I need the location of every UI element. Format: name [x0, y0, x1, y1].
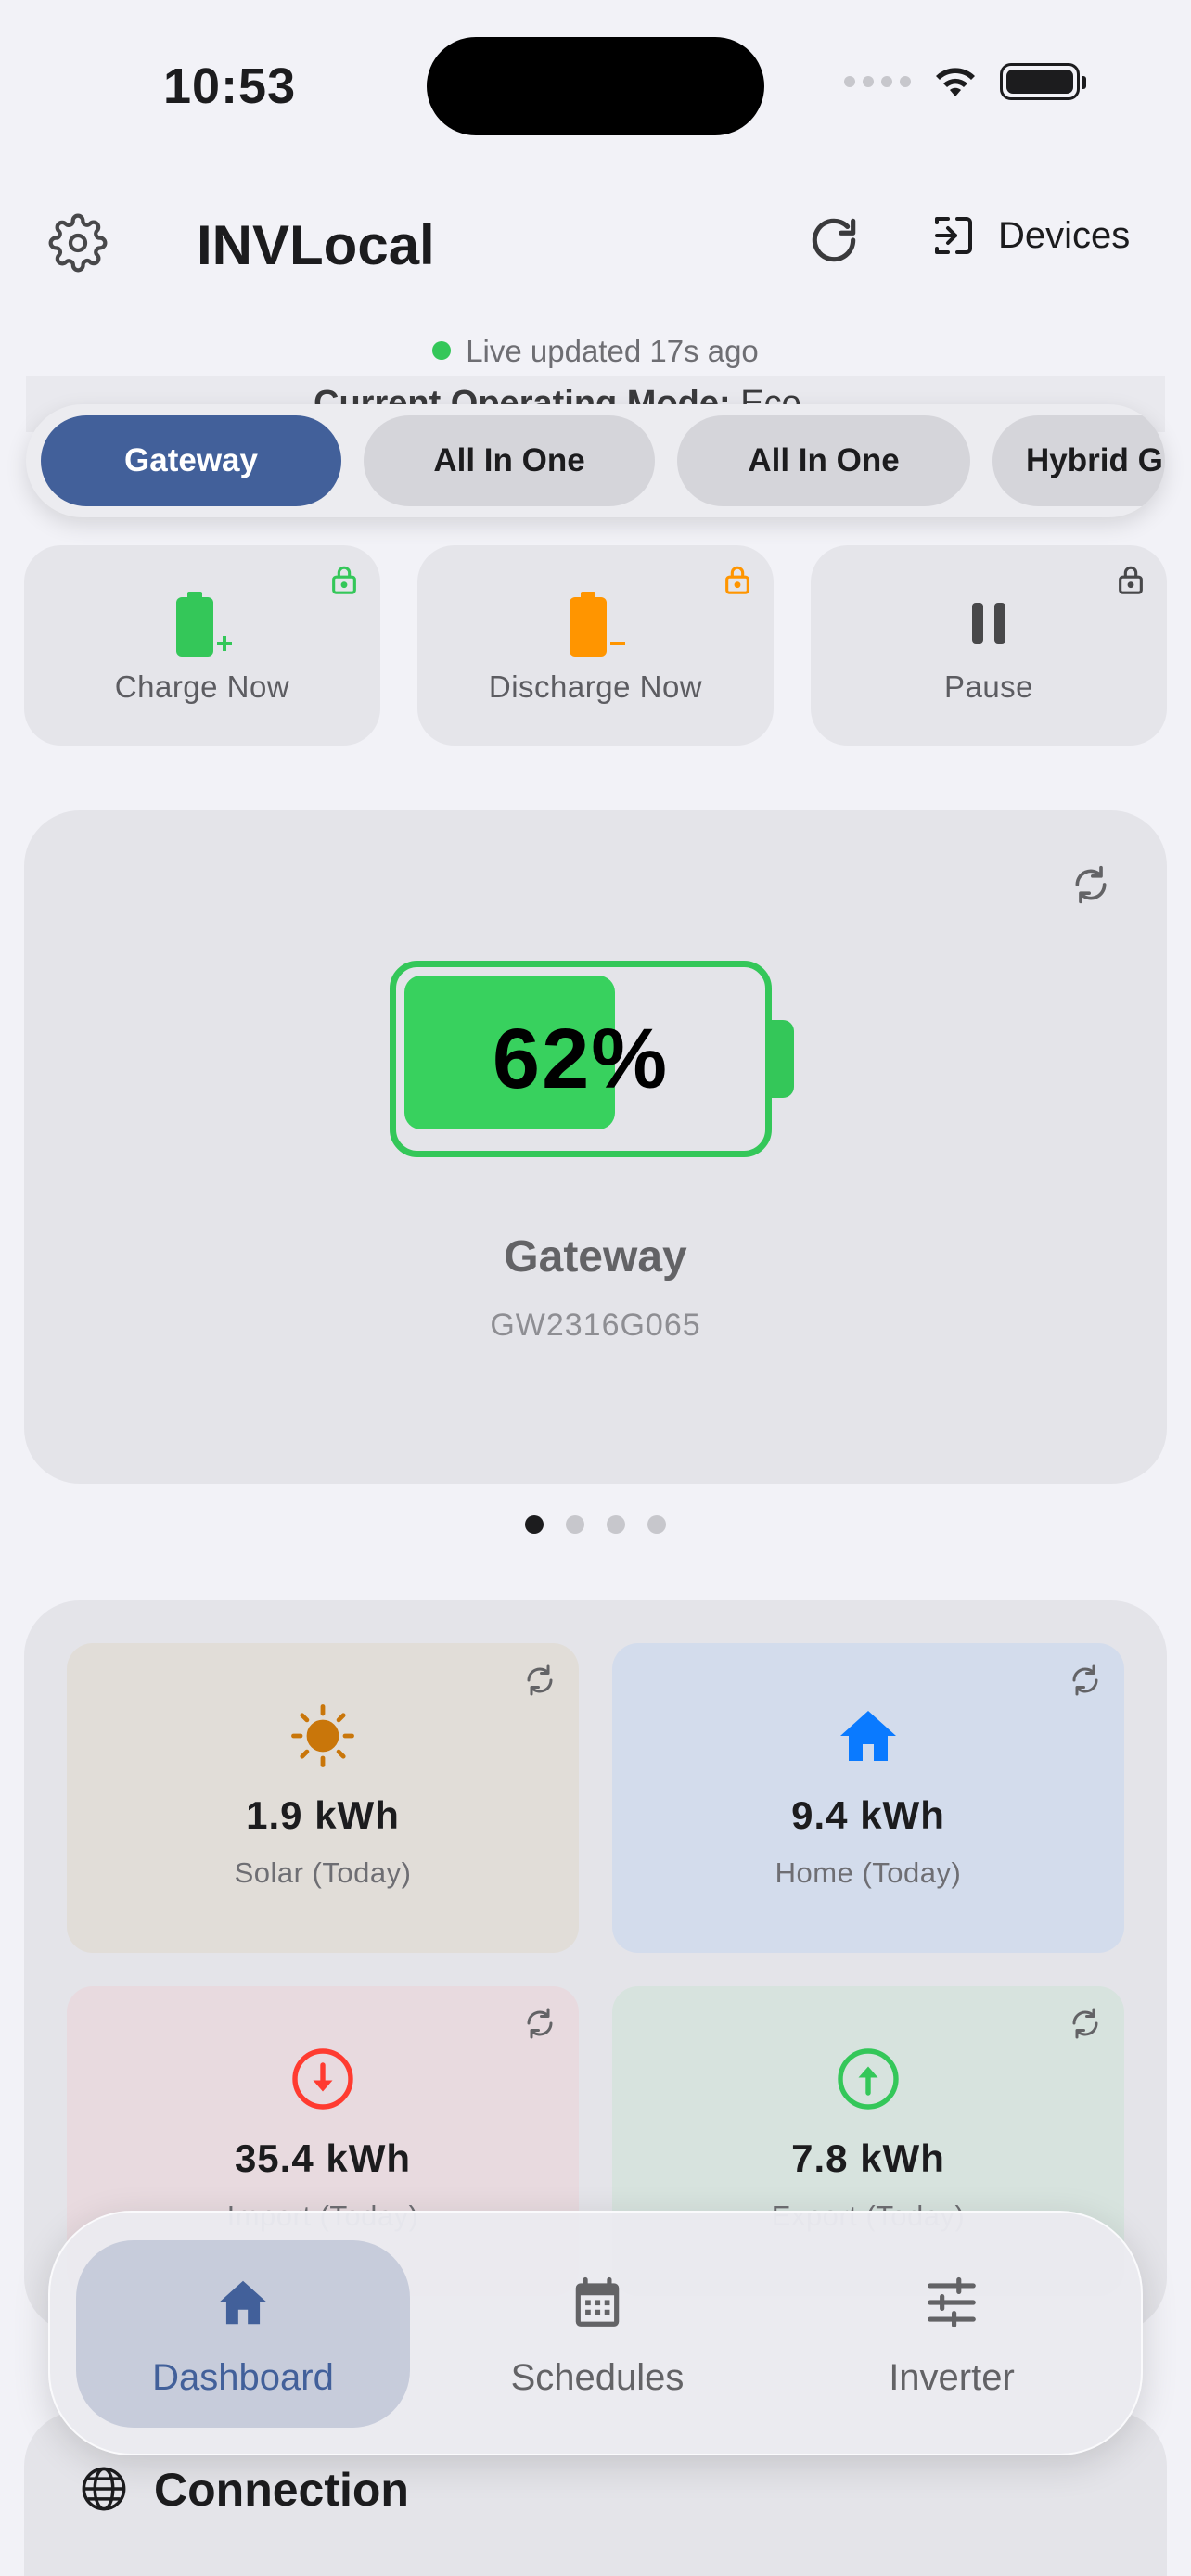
calendar-icon — [575, 2276, 620, 2327]
bottom-tab-bar: Dashboard Schedules Inverter — [48, 2211, 1143, 2455]
device-tab-hybrid[interactable]: Hybrid G — [992, 415, 1165, 506]
globe-icon — [82, 2467, 126, 2511]
import-value: 35.4 kWh — [234, 2136, 412, 2180]
export-value: 7.8 kWh — [791, 2136, 945, 2180]
sun-icon — [291, 1704, 354, 1767]
page-dot[interactable] — [607, 1515, 625, 1534]
tab-inverter[interactable]: Inverter — [785, 2240, 1119, 2428]
tab-dashboard[interactable]: Dashboard — [76, 2240, 410, 2428]
pause-button[interactable]: Pause — [811, 545, 1167, 746]
devices-label: Devices — [998, 214, 1131, 256]
discharge-now-label: Discharge Now — [488, 670, 703, 704]
home-label: Home (Today) — [775, 1856, 962, 1889]
discharge-now-button[interactable]: Discharge Now — [417, 545, 774, 746]
sync-icon[interactable] — [523, 1664, 557, 1697]
refresh-icon[interactable] — [805, 211, 863, 269]
live-status: Live updated 17s ago — [0, 334, 1191, 369]
status-time: 10:53 — [163, 58, 297, 114]
solar-value: 1.9 kWh — [246, 1793, 400, 1837]
battery-card[interactable]: 62% Gateway GW2316G065 — [24, 810, 1167, 1484]
page-dot[interactable] — [647, 1515, 666, 1534]
battery-status-icon — [1000, 63, 1086, 100]
app-title: INVLocal — [197, 214, 435, 276]
page-dot[interactable] — [525, 1515, 544, 1534]
sync-icon[interactable] — [523, 2007, 557, 2040]
lock-icon — [1119, 566, 1143, 594]
login-arrow-icon — [935, 217, 972, 254]
device-tab-all-in-one-2[interactable]: All In One — [677, 415, 970, 506]
tab-schedules[interactable]: Schedules — [430, 2240, 764, 2428]
solar-stat[interactable]: 1.9 kWh Solar (Today) — [67, 1643, 579, 1953]
device-serial: GW2316G065 — [490, 1307, 701, 1343]
live-status-text: Live updated 17s ago — [466, 334, 759, 368]
lock-icon — [725, 566, 749, 594]
solar-label: Solar (Today) — [234, 1856, 412, 1889]
tab-dashboard-label: Dashboard — [152, 2357, 334, 2398]
home-icon — [840, 1711, 896, 1761]
pause-label: Pause — [943, 670, 1034, 704]
settings-gear-icon[interactable] — [48, 213, 108, 273]
device-tab-all-in-one-1[interactable]: All In One — [364, 415, 655, 506]
sliders-icon — [928, 2276, 976, 2328]
battery-level-gauge: 62% — [390, 961, 798, 1157]
pause-icon — [972, 603, 1005, 644]
live-indicator-dot — [432, 341, 452, 360]
status-icons — [844, 63, 1086, 100]
device-name: Gateway — [504, 1232, 687, 1282]
battery-percent: 62% — [492, 1011, 670, 1106]
home-stat[interactable]: 9.4 kWh Home (Today) — [612, 1643, 1124, 1953]
dynamic-island — [427, 37, 764, 135]
cellular-signal-icon — [844, 76, 911, 87]
devices-button[interactable]: Devices — [931, 213, 1130, 258]
battery-discharge-icon — [570, 592, 625, 657]
device-selector: Gateway All In One All In One Hybrid G — [26, 404, 1165, 517]
home-icon — [219, 2280, 267, 2325]
sync-icon[interactable] — [1069, 2007, 1102, 2040]
wifi-icon — [936, 68, 975, 96]
lock-icon — [332, 566, 356, 594]
charge-now-label: Charge Now — [114, 670, 290, 704]
arrow-up-circle-icon — [838, 2048, 899, 2110]
battery-charge-icon — [176, 592, 232, 657]
arrow-down-circle-icon — [292, 2048, 353, 2110]
sync-icon[interactable] — [1070, 864, 1111, 905]
device-tab-gateway[interactable]: Gateway — [41, 415, 341, 506]
app-header: INVLocal Devices — [0, 185, 1191, 297]
tab-inverter-label: Inverter — [889, 2357, 1015, 2398]
sync-icon[interactable] — [1069, 1664, 1102, 1697]
charge-now-button[interactable]: Charge Now — [24, 545, 380, 746]
status-bar: 10:53 — [0, 0, 1191, 176]
carousel-page-indicator[interactable] — [0, 1515, 1191, 1534]
home-value: 9.4 kWh — [791, 1793, 945, 1837]
connection-title: Connection — [154, 2464, 409, 2516]
tab-schedules-label: Schedules — [510, 2357, 685, 2398]
page-dot[interactable] — [566, 1515, 584, 1534]
